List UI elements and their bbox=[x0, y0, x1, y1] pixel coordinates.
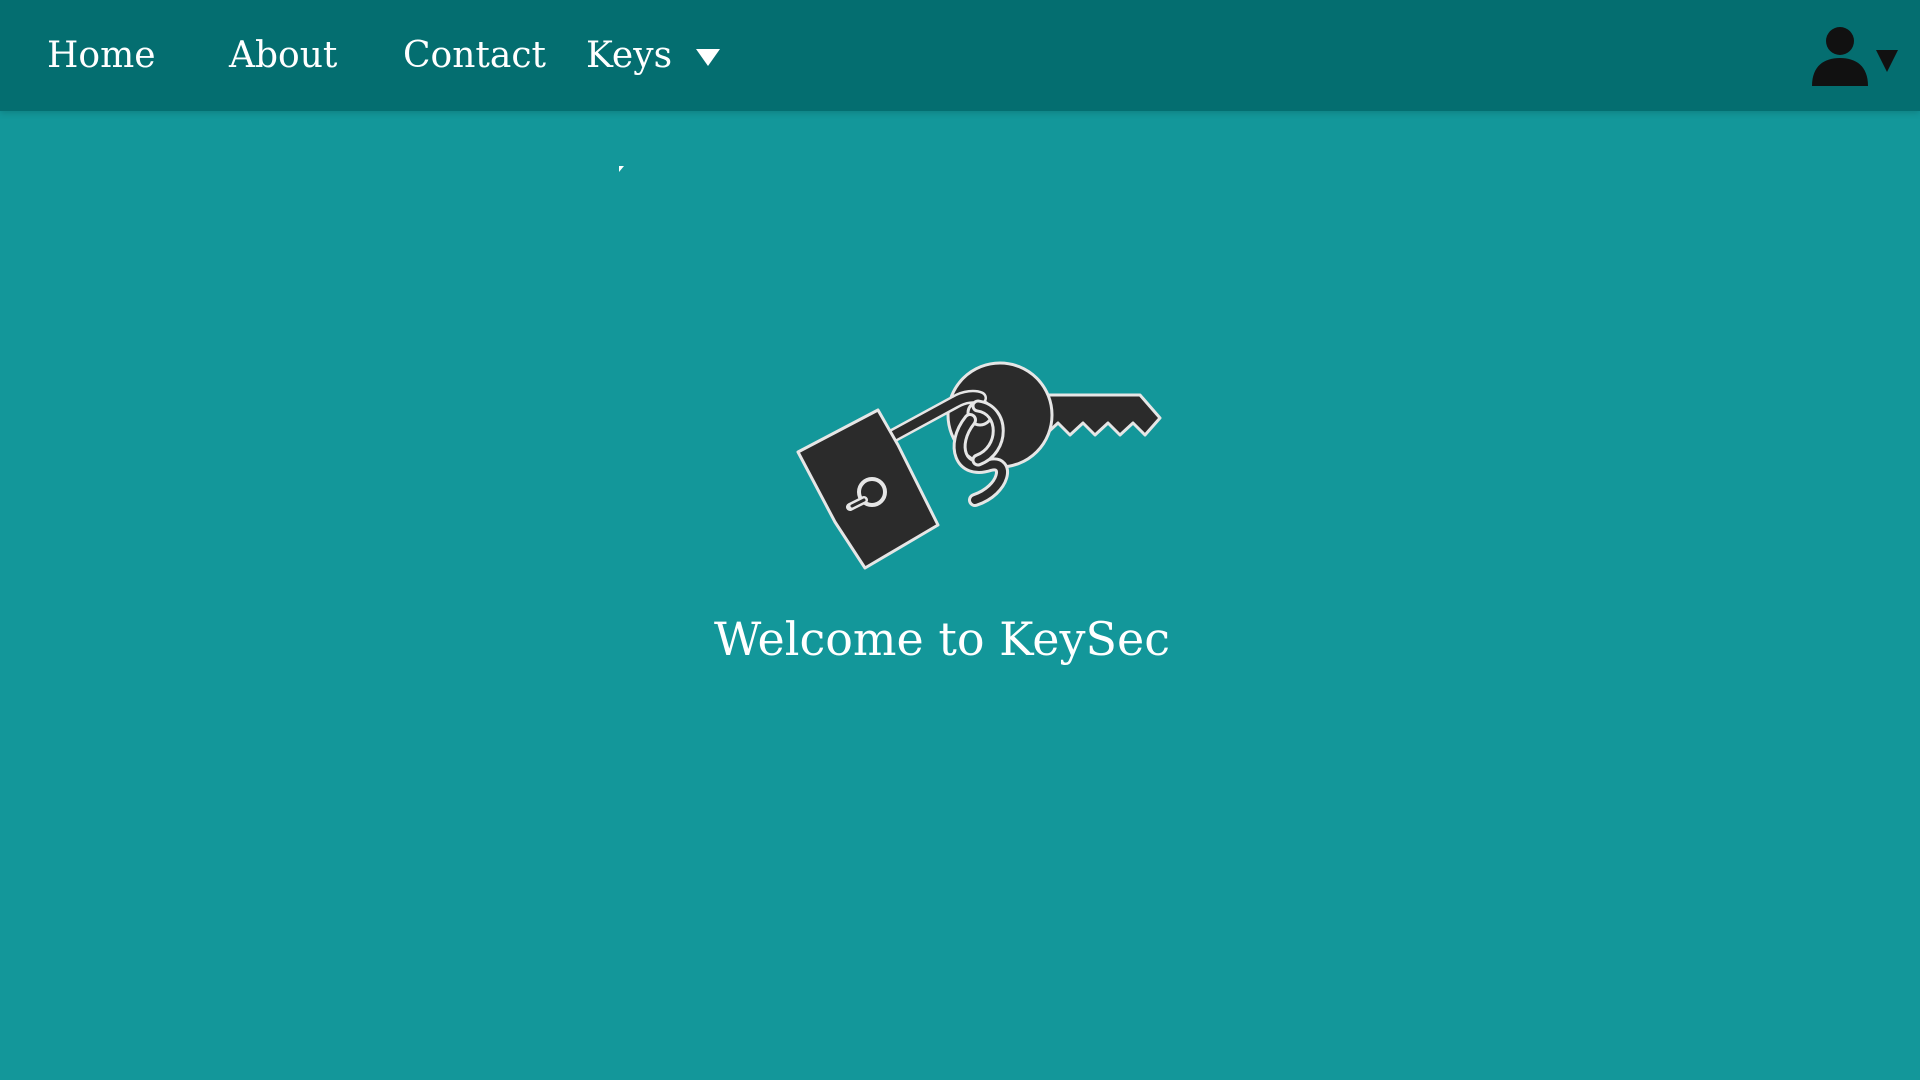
nav-contact-link[interactable]: Contact bbox=[403, 0, 546, 111]
nav-keys-dropdown[interactable]: Keys bbox=[586, 0, 721, 111]
user-icon bbox=[1812, 27, 1868, 86]
hero-section: Welcome to KeySec bbox=[0, 350, 1920, 690]
nav-home-link[interactable]: Home bbox=[47, 0, 156, 111]
chevron-down-icon bbox=[696, 49, 721, 66]
top-navbar: Home About Contact Keys bbox=[0, 0, 1920, 111]
chevron-down-icon bbox=[1876, 50, 1898, 72]
nav-keys-label: Keys bbox=[586, 35, 673, 76]
user-menu-button[interactable] bbox=[1810, 24, 1910, 90]
keys-and-padlock-icon bbox=[796, 361, 1162, 570]
welcome-heading: Welcome to KeySec bbox=[713, 612, 1171, 666]
mouse-cursor-icon bbox=[619, 166, 624, 172]
nav-about-link[interactable]: About bbox=[229, 0, 337, 111]
